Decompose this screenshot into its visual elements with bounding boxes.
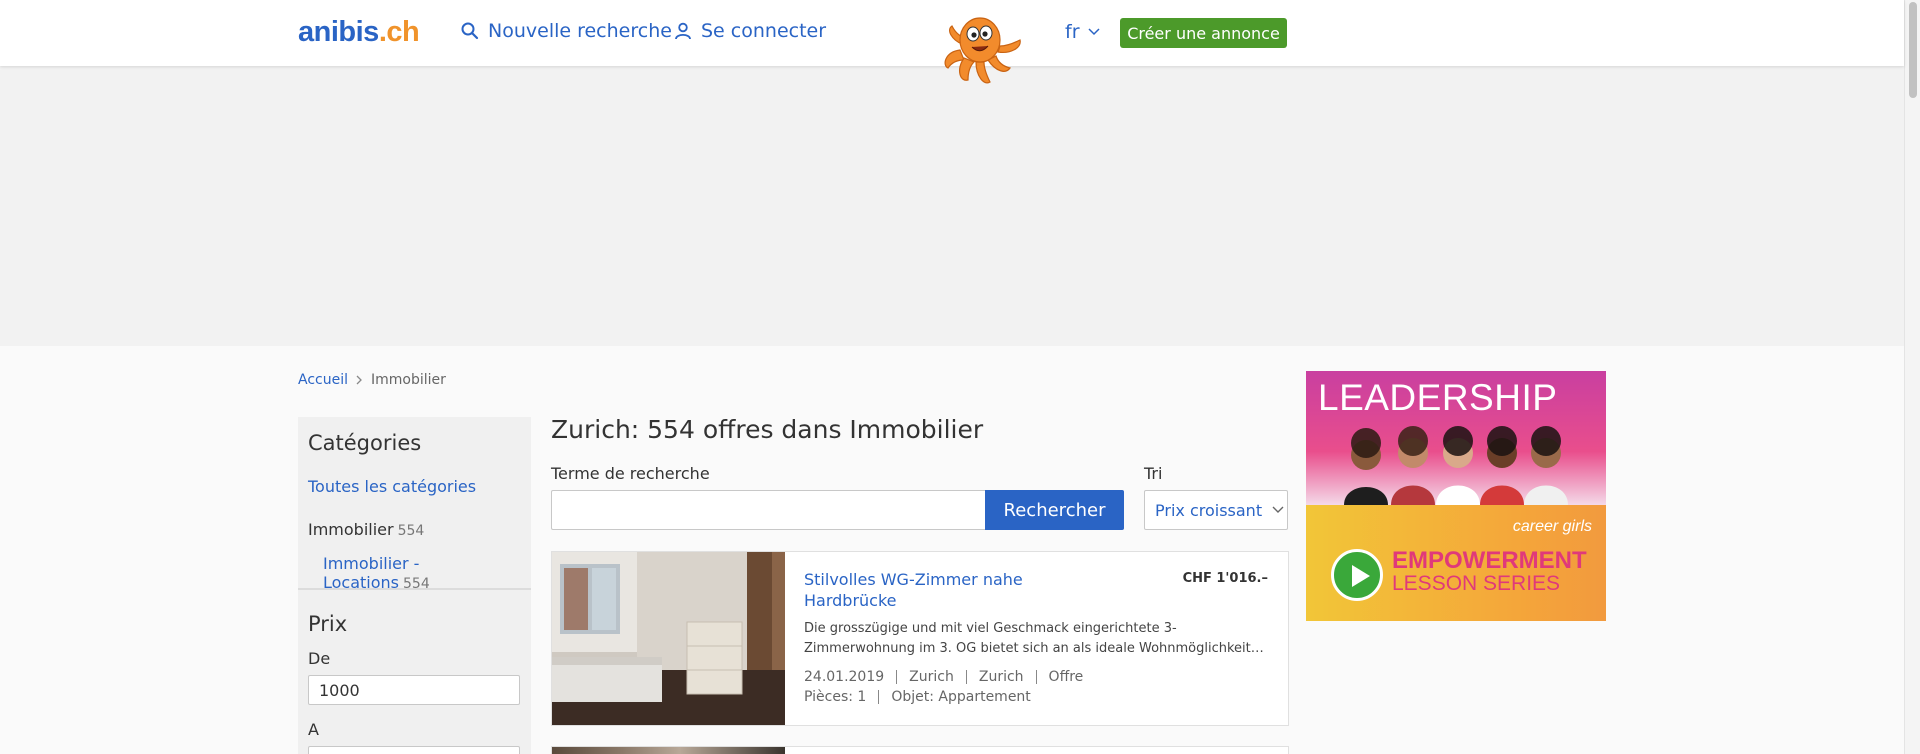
price-to-label: A — [308, 720, 319, 739]
listing-meta-row-1: 24.01.2019 Zurich Zurich Offre — [804, 669, 1083, 685]
site-logo[interactable]: anibis.ch — [298, 16, 420, 49]
meta-divider — [965, 670, 967, 684]
listing-object: Objet: Appartement — [891, 689, 1031, 705]
logo-main-text: anibis — [298, 16, 379, 48]
search-icon — [461, 22, 479, 40]
category-immobilier[interactable]: Immobilier 554 — [308, 520, 424, 539]
user-icon — [675, 22, 691, 40]
sort-label: Tri — [1144, 464, 1163, 483]
ad-bottom-panel: career girls EMPOWERMENT LESSON SERIES — [1306, 505, 1606, 621]
listing-card[interactable]: Stilvolles WG-Zimmer nahe Hardbrücke CHF… — [551, 551, 1289, 726]
filter-sidebar: Catégories Toutes les catégories Immobil… — [298, 417, 531, 754]
breadcrumb-current: Immobilier — [371, 372, 446, 388]
listing-photo[interactable] — [552, 552, 785, 725]
login-link[interactable]: Se connecter — [673, 20, 826, 42]
listing-date: 24.01.2019 — [804, 669, 885, 685]
price-heading: Prix — [308, 612, 348, 636]
new-search-link[interactable]: Nouvelle recherche — [460, 20, 672, 42]
listing-meta-row-2: Pièces: 1 Objet: Appartement — [804, 689, 1031, 705]
scrollbar-thumb[interactable] — [1909, 2, 1917, 98]
sidebar-divider — [298, 588, 531, 590]
search-input[interactable] — [551, 490, 986, 530]
listing-region: Zurich — [978, 669, 1024, 685]
listing-title-link[interactable]: Stilvolles WG-Zimmer nahe Hardbrücke — [804, 569, 1064, 611]
search-term-label: Terme de recherche — [551, 464, 710, 483]
logo-tld-text: .ch — [378, 16, 420, 48]
ad-top-panel: LEADERSHIP — [1306, 371, 1606, 505]
octopus-mascot-icon[interactable] — [940, 10, 1030, 90]
listing-card[interactable] — [551, 746, 1289, 754]
login-label: Se connecter — [701, 20, 827, 42]
listing-type: Offre — [1048, 669, 1084, 685]
meta-divider — [896, 670, 898, 684]
listing-description: Die grosszügige und mit viel Geschmack e… — [804, 621, 1264, 656]
subcategory-locations-link[interactable]: Immobilier - Locations 554 — [323, 554, 531, 592]
price-from-label: De — [308, 649, 331, 668]
chevron-down-icon — [1087, 28, 1100, 36]
breadcrumb: Accueil Immobilier — [298, 372, 446, 388]
listing-city: Zurich — [909, 669, 954, 685]
results-title: Zurich: 554 offres dans Immobilier — [551, 415, 984, 444]
all-categories-link[interactable]: Toutes les catégories — [308, 477, 476, 496]
sort-selected-value: Prix croissant — [1155, 500, 1263, 520]
language-selector[interactable]: fr — [1065, 21, 1100, 43]
category-count: 554 — [397, 523, 425, 539]
page-scrollbar[interactable] — [1904, 0, 1920, 754]
listing-price: CHF 1'016.– — [1182, 571, 1268, 586]
top-ad-banner — [0, 66, 1904, 346]
ad-people-illustration — [1344, 426, 1568, 505]
sidebar-ad[interactable]: LEADERSHIP career girls EMPOWERMENT LESS… — [1306, 371, 1606, 621]
breadcrumb-home-link[interactable]: Accueil — [298, 372, 348, 388]
categories-heading: Catégories — [308, 431, 422, 455]
listing-rooms: Pièces: 1 — [804, 689, 867, 705]
chevron-right-icon — [356, 375, 362, 385]
play-icon[interactable] — [1331, 549, 1383, 601]
ad-line-2: LESSON SERIES — [1392, 572, 1561, 595]
new-search-label: Nouvelle recherche — [488, 20, 672, 42]
create-ad-button[interactable]: Créer une annonce — [1120, 18, 1287, 48]
sort-select[interactable]: Prix croissant — [1144, 490, 1288, 530]
ad-brand: career girls — [1512, 518, 1592, 535]
ad-line-1: EMPOWERMENT — [1392, 547, 1587, 574]
language-label: fr — [1065, 21, 1080, 43]
listing-photo[interactable] — [552, 747, 785, 754]
meta-divider — [878, 690, 880, 704]
category-label: Immobilier — [308, 520, 394, 539]
price-from-input[interactable] — [308, 675, 520, 705]
search-button[interactable]: Rechercher — [985, 490, 1124, 530]
chevron-down-icon — [1272, 506, 1284, 513]
price-to-input[interactable] — [308, 746, 520, 754]
meta-divider — [1035, 670, 1037, 684]
